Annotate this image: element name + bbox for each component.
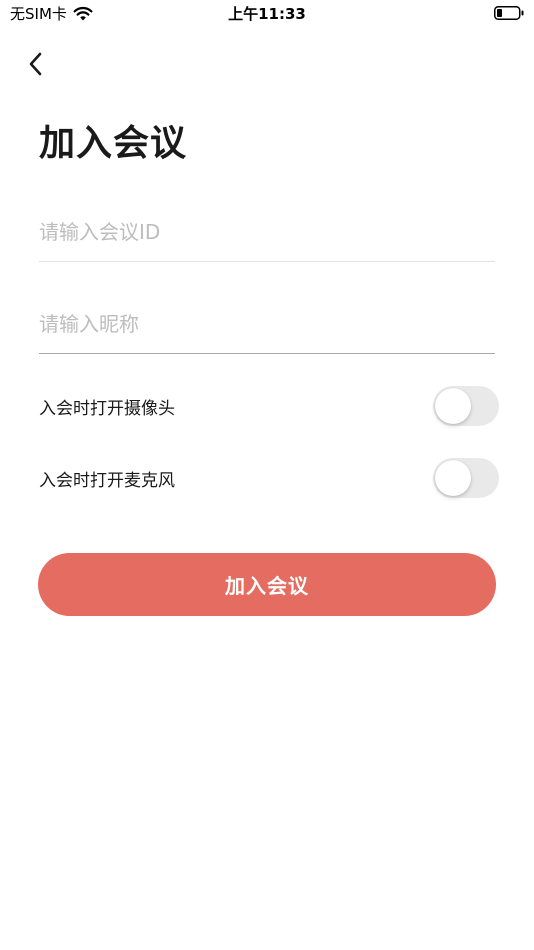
option-mic-label: 入会时打开麦克风 bbox=[39, 470, 175, 491]
battery-icon bbox=[494, 6, 524, 20]
status-bar: 无SIM卡 上午11:33 bbox=[0, 0, 534, 28]
status-time: 上午11:33 bbox=[228, 5, 306, 23]
camera-toggle[interactable] bbox=[433, 386, 499, 426]
option-mic-row: 入会时打开麦克风 bbox=[39, 456, 499, 500]
toggle-knob bbox=[435, 388, 471, 424]
microphone-toggle[interactable] bbox=[433, 458, 499, 498]
join-meeting-screen: 无SIM卡 上午11:33 加入会议 入会时打开摄像头 入会 bbox=[0, 0, 534, 950]
join-meeting-button[interactable]: 加入会议 bbox=[38, 553, 496, 616]
nickname-input[interactable] bbox=[39, 294, 495, 354]
toggle-knob bbox=[435, 460, 471, 496]
chevron-left-icon bbox=[29, 52, 42, 76]
back-button[interactable] bbox=[20, 48, 52, 80]
meeting-id-input[interactable] bbox=[39, 202, 495, 262]
page-title: 加入会议 bbox=[39, 123, 188, 164]
option-camera-label: 入会时打开摄像头 bbox=[39, 398, 175, 419]
option-camera-row: 入会时打开摄像头 bbox=[39, 384, 499, 428]
